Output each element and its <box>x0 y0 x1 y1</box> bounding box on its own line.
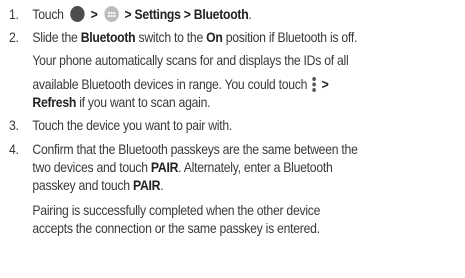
step-number: 4. <box>9 142 19 157</box>
step-text-segment: if you want to scan again. <box>76 95 211 110</box>
step-number: 2. <box>9 30 19 45</box>
separator: > <box>321 77 329 92</box>
apps-icon <box>104 6 119 22</box>
settings-bluetooth-path: > Settings > Bluetooth <box>124 7 249 22</box>
step-text: Refresh if you want to scan again. <box>32 94 210 111</box>
step-text-segment: passkey and touch <box>32 178 133 193</box>
step-text-segment: . <box>160 178 164 193</box>
pair-term: PAIR <box>132 178 161 193</box>
instructions-page: 1. Touch > > Settings > Bluetooth. 2. Sl… <box>0 0 465 278</box>
step-text-segment: . Alternately, enter a Bluetooth <box>178 160 333 175</box>
step-text: Confirm that the Bluetooth passkeys are … <box>32 142 358 157</box>
home-button-icon <box>70 6 85 22</box>
refresh-term: Refresh <box>32 95 77 110</box>
step-text: passkey and touch PAIR. <box>32 177 163 194</box>
step-text: available Bluetooth devices in range. Yo… <box>32 76 329 93</box>
pair-term: PAIR <box>150 160 179 175</box>
bluetooth-term: Bluetooth <box>80 30 136 45</box>
step-text: Your phone automatically scans for and d… <box>32 53 349 68</box>
step-text-segment: Touch <box>32 7 64 22</box>
step-text: Touch the device you want to pair with. <box>32 118 233 133</box>
step-text: two devices and touch PAIR. Alternately,… <box>32 159 332 176</box>
step-text: accepts the connection or the same passk… <box>32 221 320 236</box>
step-text-segment: available Bluetooth devices in range. Yo… <box>32 77 308 92</box>
step-number: 1. <box>9 7 19 22</box>
more-options-icon <box>312 77 317 92</box>
step-text-segment: Slide the <box>32 30 81 45</box>
step-text: Slide the Bluetooth switch to the On pos… <box>32 29 357 46</box>
step-end-punct: . <box>248 7 252 22</box>
step-text-segment: position if Bluetooth is off. <box>222 30 358 45</box>
on-term: On <box>206 30 223 45</box>
step-text-segment: two devices and touch <box>32 160 151 175</box>
step-number: 3. <box>9 118 19 133</box>
step-text: Pairing is successfully completed when t… <box>32 203 321 218</box>
step-text-segment: switch to the <box>135 30 207 45</box>
step-text: Touch > > Settings > Bluetooth. <box>32 6 252 23</box>
separator: > <box>90 7 98 22</box>
